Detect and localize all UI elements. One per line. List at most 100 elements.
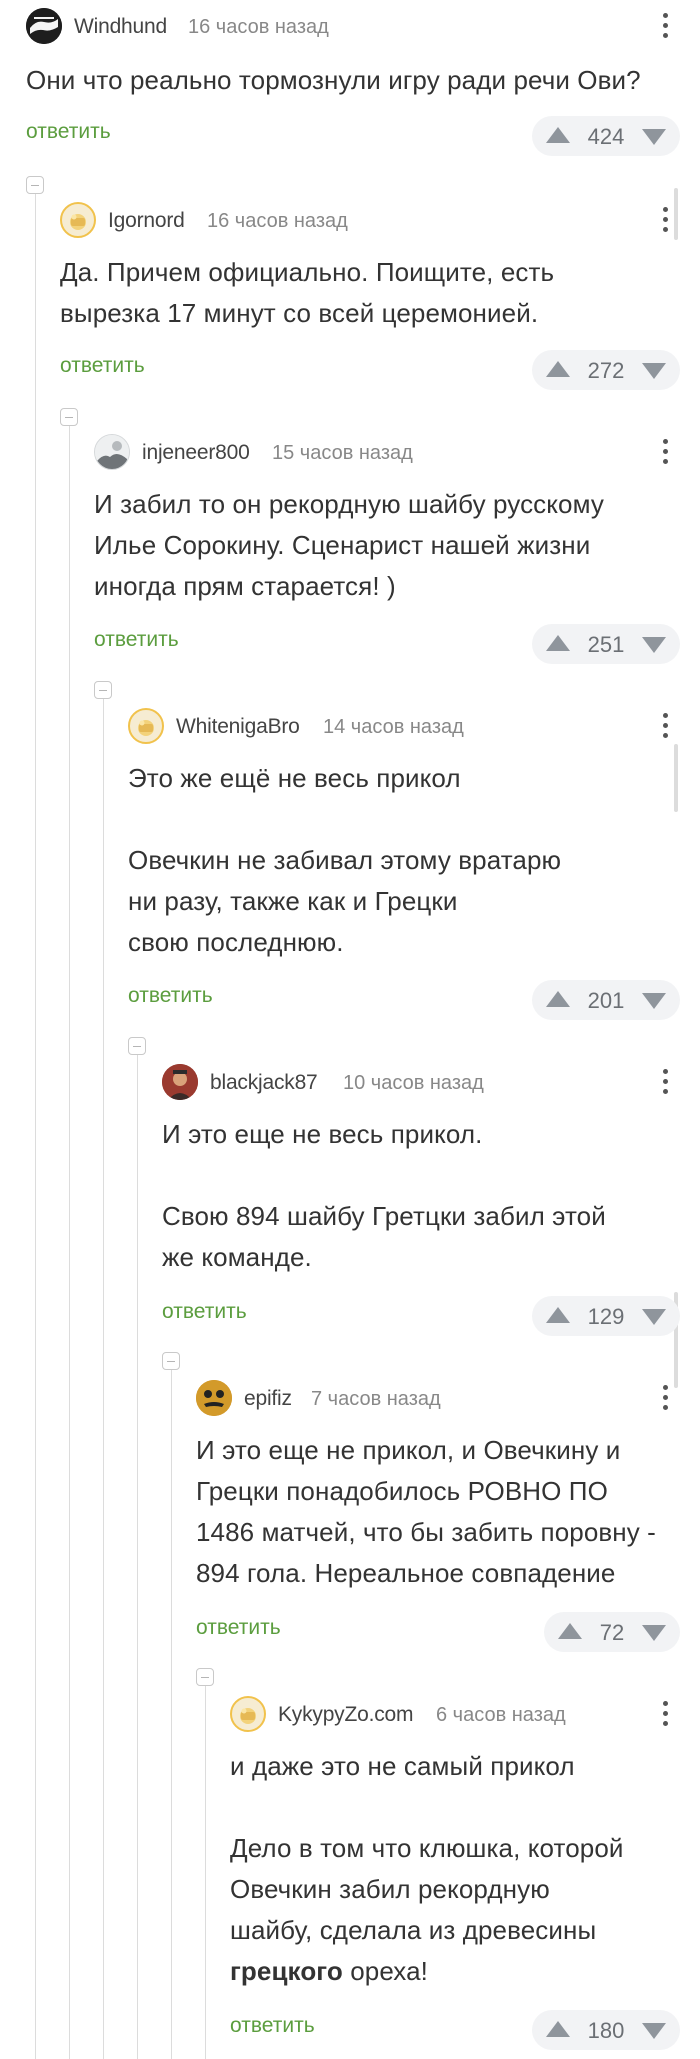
author-name[interactable]: Igornord bbox=[108, 209, 185, 233]
comment-text-line: И это еще не прикол, и Овечкину и bbox=[196, 1435, 621, 1465]
avatar[interactable] bbox=[230, 1696, 266, 1732]
comment: WhitenigaBro 14 часов назад Это же ещё н… bbox=[128, 708, 680, 1020]
comment-time: 14 часов назад bbox=[323, 716, 464, 738]
comment-text: Это же ещё не весь прикол Овечкин не заб… bbox=[128, 758, 561, 963]
thread-line bbox=[103, 699, 104, 2059]
comment-text-line: и даже это не самый прикол bbox=[230, 1751, 575, 1781]
comment-text: Они что реально тормознули игру ради реч… bbox=[26, 60, 641, 101]
comment-text-line bbox=[230, 1787, 624, 1828]
arrow-down-icon[interactable] bbox=[642, 993, 666, 1009]
comment-text-line: вырезка 17 минут со всей церемонией. bbox=[60, 298, 539, 328]
comment-header: blackjack87 10 часов назад bbox=[162, 1064, 680, 1100]
comment-text-tail: ореха! bbox=[342, 1956, 428, 1986]
vote-control: 180 bbox=[532, 2010, 680, 2050]
author-name[interactable]: injeneer800 bbox=[142, 441, 250, 465]
avatar[interactable] bbox=[196, 1380, 232, 1416]
comment: Igornord 16 часов назад Да. Причем офици… bbox=[60, 202, 680, 392]
reply-link[interactable]: ответить bbox=[94, 628, 179, 652]
more-vertical-icon[interactable] bbox=[650, 1690, 680, 1736]
vote-control: 424 bbox=[532, 116, 680, 156]
comment-time: 15 часов назад bbox=[272, 442, 413, 464]
comment: injeneer800 15 часов назад И забил то он… bbox=[94, 434, 680, 664]
collapse-minus-icon[interactable] bbox=[162, 1352, 180, 1370]
comment-header: injeneer800 15 часов назад bbox=[94, 434, 680, 470]
comment-text-line: Да. Причем официально. Поищите, есть bbox=[60, 257, 555, 287]
vote-control: 72 bbox=[544, 1612, 680, 1652]
comment-text-line: Это же ещё не весь прикол bbox=[128, 763, 461, 793]
more-vertical-icon[interactable] bbox=[650, 428, 680, 474]
thread-line bbox=[35, 194, 36, 2059]
more-vertical-icon[interactable] bbox=[650, 1374, 680, 1420]
comment-header: Windhund 16 часов назад bbox=[26, 8, 680, 44]
comment-text-line: ни разу, также как и Грецки bbox=[128, 886, 458, 916]
comment-time: 6 часов назад bbox=[436, 1704, 566, 1726]
comment-text-line: грецкого ореха! bbox=[230, 1951, 624, 1992]
comment-text-line bbox=[162, 1155, 606, 1196]
avatar[interactable] bbox=[60, 202, 96, 238]
comment-text-line: же команде. bbox=[162, 1242, 312, 1272]
arrow-down-icon[interactable] bbox=[642, 129, 666, 145]
thread-line bbox=[137, 1055, 138, 2059]
avatar[interactable] bbox=[162, 1064, 198, 1100]
comment-text-line: 894 гола. Нереальное совпадение bbox=[196, 1558, 616, 1588]
comment-header: KykypyZo.com 6 часов назад bbox=[230, 1696, 680, 1732]
comment-text-line: Грецки понадобилось РОВНО ПО bbox=[196, 1476, 608, 1506]
thread-line bbox=[171, 1370, 172, 2059]
comment-text: и даже это не самый прикол Дело в том чт… bbox=[230, 1746, 624, 1992]
more-vertical-icon[interactable] bbox=[650, 1058, 680, 1104]
reply-link[interactable]: ответить bbox=[60, 354, 145, 378]
comment-header: epifiz 7 часов назад bbox=[196, 1380, 680, 1416]
comment-text-line: Свою 894 шайбу Гретцки забил этой bbox=[162, 1201, 606, 1231]
comment-text-line: шайбу, сделала из древесины bbox=[230, 1915, 597, 1945]
author-name[interactable]: blackjack87 bbox=[210, 1071, 318, 1095]
comment-text-line: И это еще не весь прикол. bbox=[162, 1119, 483, 1149]
comment-text-line: иногда прям старается! ) bbox=[94, 571, 396, 601]
author-name[interactable]: Windhund bbox=[74, 15, 167, 39]
comment-text: И это еще не весь прикол. Свою 894 шайбу… bbox=[162, 1114, 606, 1278]
reply-link[interactable]: ответить bbox=[230, 2014, 315, 2038]
collapse-minus-icon[interactable] bbox=[128, 1037, 146, 1055]
comment-text-line: свою последнюю. bbox=[128, 927, 344, 957]
arrow-down-icon[interactable] bbox=[642, 2023, 666, 2039]
thread-line bbox=[205, 1686, 206, 2059]
thread-line bbox=[69, 426, 70, 2059]
arrow-down-icon[interactable] bbox=[642, 1625, 666, 1641]
vote-control: 251 bbox=[532, 624, 680, 664]
reply-link[interactable]: ответить bbox=[128, 984, 213, 1008]
comment: KykypyZo.com 6 часов назад и даже это не… bbox=[230, 1696, 680, 2050]
comment-text-line: Илье Сорокину. Сценарист нашей жизни bbox=[94, 530, 591, 560]
reply-link[interactable]: ответить bbox=[196, 1616, 281, 1640]
arrow-down-icon[interactable] bbox=[642, 637, 666, 653]
arrow-down-icon[interactable] bbox=[642, 1309, 666, 1325]
comment-time: 7 часов назад bbox=[311, 1388, 441, 1410]
collapse-minus-icon[interactable] bbox=[60, 408, 78, 426]
comment-text: И забил то он рекордную шайбу русскому И… bbox=[94, 484, 604, 607]
comment-text-line: 1486 матчей, что бы забить поровну - bbox=[196, 1517, 656, 1547]
author-name[interactable]: WhitenigaBro bbox=[176, 715, 300, 739]
comment-text-line: Овечкин забил рекордную bbox=[230, 1874, 550, 1904]
comment-text-line bbox=[128, 799, 561, 840]
comment-time: 16 часов назад bbox=[188, 16, 329, 38]
more-vertical-icon[interactable] bbox=[650, 2, 680, 48]
collapse-minus-icon[interactable] bbox=[94, 681, 112, 699]
reply-link[interactable]: ответить bbox=[26, 120, 111, 144]
collapse-minus-icon[interactable] bbox=[196, 1668, 214, 1686]
comment-time: 16 часов назад bbox=[207, 210, 348, 232]
more-vertical-icon[interactable] bbox=[650, 196, 680, 242]
more-vertical-icon[interactable] bbox=[650, 702, 680, 748]
collapse-minus-icon[interactable] bbox=[26, 176, 44, 194]
comment-header: WhitenigaBro 14 часов назад bbox=[128, 708, 680, 744]
avatar[interactable] bbox=[26, 8, 62, 44]
arrow-down-icon[interactable] bbox=[642, 363, 666, 379]
avatar[interactable] bbox=[128, 708, 164, 744]
comment-text: Да. Причем официально. Поищите, есть выр… bbox=[60, 252, 554, 334]
reply-link[interactable]: ответить bbox=[162, 1300, 247, 1324]
vote-control: 272 bbox=[532, 350, 680, 390]
comment: epifiz 7 часов назад И это еще не прикол… bbox=[196, 1380, 680, 1652]
comment: Windhund 16 часов назад Они что реально … bbox=[26, 8, 680, 156]
avatar[interactable] bbox=[94, 434, 130, 470]
comment-text-line: Дело в том что клюшка, которой bbox=[230, 1833, 624, 1863]
author-name[interactable]: KykypyZo.com bbox=[278, 1703, 414, 1727]
vote-control: 129 bbox=[532, 1296, 680, 1336]
author-name[interactable]: epifiz bbox=[244, 1387, 292, 1411]
